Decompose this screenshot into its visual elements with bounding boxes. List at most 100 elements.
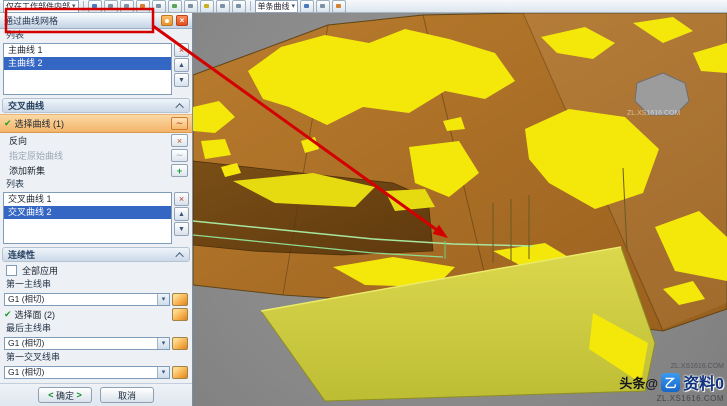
add-new-set-row[interactable]: 添加新集 + (0, 163, 192, 178)
first-cross-combo[interactable]: G1 (相切) ▾ (4, 366, 170, 379)
first-primary-label: 第一主线串 (0, 278, 192, 291)
watermark-url-bottom: ZL.XS1616.COM (619, 394, 724, 403)
face-rule-icon[interactable] (172, 366, 188, 379)
point-on-surface-icon[interactable] (232, 0, 246, 13)
first-primary-combo[interactable]: G1 (相切) ▾ (4, 293, 170, 306)
select-face-row[interactable]: ✔ 选择面 (2) (0, 307, 192, 322)
move-down-icon[interactable]: ▼ (174, 222, 189, 236)
ok-left-arrow-icon: < (48, 390, 53, 400)
chevron-down-icon: ▾ (72, 2, 76, 10)
first-cross-label: 第一交叉线串 (0, 351, 192, 364)
last-primary-label: 最后主线串 (0, 322, 192, 335)
curve-rule-dropdown[interactable]: 单条曲线 ▾ (255, 0, 299, 13)
snap-point-icon[interactable] (88, 0, 102, 13)
move-up-icon[interactable]: ▲ (174, 207, 189, 221)
primary-curve-list: 主曲线 1 主曲线 2 × ▲ ▼ (0, 42, 192, 96)
toolbar-separator (83, 1, 84, 11)
origin-curve-icon: ∼ (171, 149, 188, 162)
watermark-logo-icon: 乙 (661, 373, 680, 392)
quadrant-point-icon[interactable] (184, 0, 198, 13)
section-continuity[interactable]: 连续性 (2, 247, 190, 262)
existing-point-icon[interactable] (200, 0, 214, 13)
list-button-column: × ▲ ▼ (174, 192, 189, 244)
specify-origin-row: 指定原始曲线 ∼ (0, 148, 192, 163)
apply-all-label: 全部应用 (22, 264, 188, 277)
watermark-url-top: ZL.XS1616.COM (619, 363, 724, 370)
face-rule-icon[interactable] (172, 337, 188, 350)
graphics-window[interactable]: ZL.XS1616.COM ZL.XS1616.COM 头条@ 乙 资料0 ZL… (193, 13, 727, 406)
select-curve-row[interactable]: ✔ 选择曲线 (1) ∼ (0, 114, 192, 133)
move-up-icon[interactable]: ▲ (174, 58, 189, 72)
face-rule-icon[interactable] (172, 293, 188, 306)
list-button-column: × ▲ ▼ (174, 43, 189, 95)
apply-all-row: 全部应用 (0, 263, 192, 278)
section-cross-curves-label: 交叉曲线 (8, 99, 44, 112)
curve-select-icon[interactable]: ∼ (171, 117, 188, 130)
stop-at-intersection-icon[interactable] (316, 0, 330, 13)
section-cross-curves[interactable]: 交叉曲线 (2, 98, 190, 113)
selection-toolbar: 仅在工作部件内部 ▾ 单条曲线 ▾ (0, 0, 727, 13)
follow-fillet-icon[interactable] (332, 0, 346, 13)
first-cross-row: G1 (相切) ▾ (0, 364, 192, 380)
last-primary-combo[interactable]: G1 (相切) ▾ (4, 337, 170, 350)
check-icon: ✔ (4, 309, 12, 320)
point-on-curve-icon[interactable] (216, 0, 230, 13)
list-item-selected[interactable]: 主曲线 2 (4, 57, 171, 70)
first-primary-row: G1 (相切) ▾ (0, 291, 192, 307)
mid-point-icon[interactable] (120, 0, 134, 13)
watermark-prefix: 头条@ (619, 373, 658, 392)
primary-list-label: 列表 (0, 29, 192, 42)
pin-icon[interactable] (161, 15, 173, 26)
add-new-set-label: 添加新集 (4, 164, 168, 177)
first-cross-value: G1 (相切) (5, 366, 157, 378)
reverse-label: 反向 (4, 134, 168, 147)
select-curve-label: 选择曲线 (1) (15, 117, 168, 130)
arc-center-icon[interactable] (168, 0, 182, 13)
cross-listbox[interactable]: 交叉曲线 1 交叉曲线 2 (3, 192, 172, 244)
dropdown-arrow-icon: ▾ (157, 294, 169, 305)
reverse-direction-icon[interactable]: × (171, 134, 188, 147)
select-face-icon[interactable] (172, 308, 188, 321)
watermark: ZL.XS1616.COM 头条@ 乙 资料0 ZL.XS1616.COM (619, 363, 724, 403)
scope-dropdown[interactable]: 仅在工作部件内部 ▾ (3, 0, 79, 13)
cross-curve-list: 交叉曲线 1 交叉曲线 2 × ▲ ▼ (0, 191, 192, 245)
through-curve-mesh-dialog: 通过曲线网格 × 列表 主曲线 1 主曲线 2 × ▲ ▼ 交叉曲线 ✔ 选择曲… (0, 13, 193, 406)
ok-button[interactable]: < 确定 > (38, 387, 92, 403)
ok-button-label: 确定 (56, 389, 74, 402)
watermark-brand: 资料0 (683, 370, 724, 394)
chevron-up-icon (175, 103, 183, 111)
remove-icon[interactable]: × (174, 43, 189, 57)
cancel-button[interactable]: 取消 (100, 387, 154, 403)
last-primary-row: G1 (相切) ▾ (0, 335, 192, 351)
close-icon[interactable]: × (176, 15, 188, 26)
list-item[interactable]: 主曲线 1 (4, 44, 171, 57)
toolbar-separator (250, 1, 251, 11)
move-down-icon[interactable]: ▼ (174, 73, 189, 87)
add-new-set-icon[interactable]: + (171, 164, 188, 177)
chain-curves-icon[interactable] (300, 0, 314, 13)
select-face-label: 选择面 (2) (15, 308, 169, 321)
ok-right-arrow-icon: > (77, 390, 82, 400)
section-continuity-label: 连续性 (8, 248, 35, 261)
cross-list-label: 列表 (0, 178, 192, 191)
intersection-point-icon[interactable] (152, 0, 166, 13)
dialog-title: 通过曲线网格 (4, 14, 158, 27)
first-primary-value: G1 (相切) (5, 293, 157, 305)
nx-application-window: 仅在工作部件内部 ▾ 单条曲线 ▾ 通过曲线网格 × 列表 (0, 0, 727, 406)
dialog-titlebar[interactable]: 通过曲线网格 × (0, 13, 192, 29)
primary-listbox[interactable]: 主曲线 1 主曲线 2 (3, 43, 172, 95)
chevron-up-icon (175, 252, 183, 260)
dropdown-arrow-icon: ▾ (157, 338, 169, 349)
end-point-icon[interactable] (104, 0, 118, 13)
remove-icon[interactable]: × (174, 192, 189, 206)
check-icon: ✔ (4, 118, 12, 129)
curve-rule-value: 单条曲线 (258, 1, 290, 12)
list-item-selected[interactable]: 交叉曲线 2 (4, 206, 171, 219)
reverse-row[interactable]: 反向 × (0, 133, 192, 148)
pin-dot-icon (165, 19, 169, 23)
apply-all-checkbox[interactable] (6, 265, 17, 276)
control-point-icon[interactable] (136, 0, 150, 13)
list-item[interactable]: 交叉曲线 1 (4, 193, 171, 206)
faint-watermark: ZL.XS1616.COM (627, 110, 680, 117)
specify-origin-label: 指定原始曲线 (4, 149, 168, 162)
